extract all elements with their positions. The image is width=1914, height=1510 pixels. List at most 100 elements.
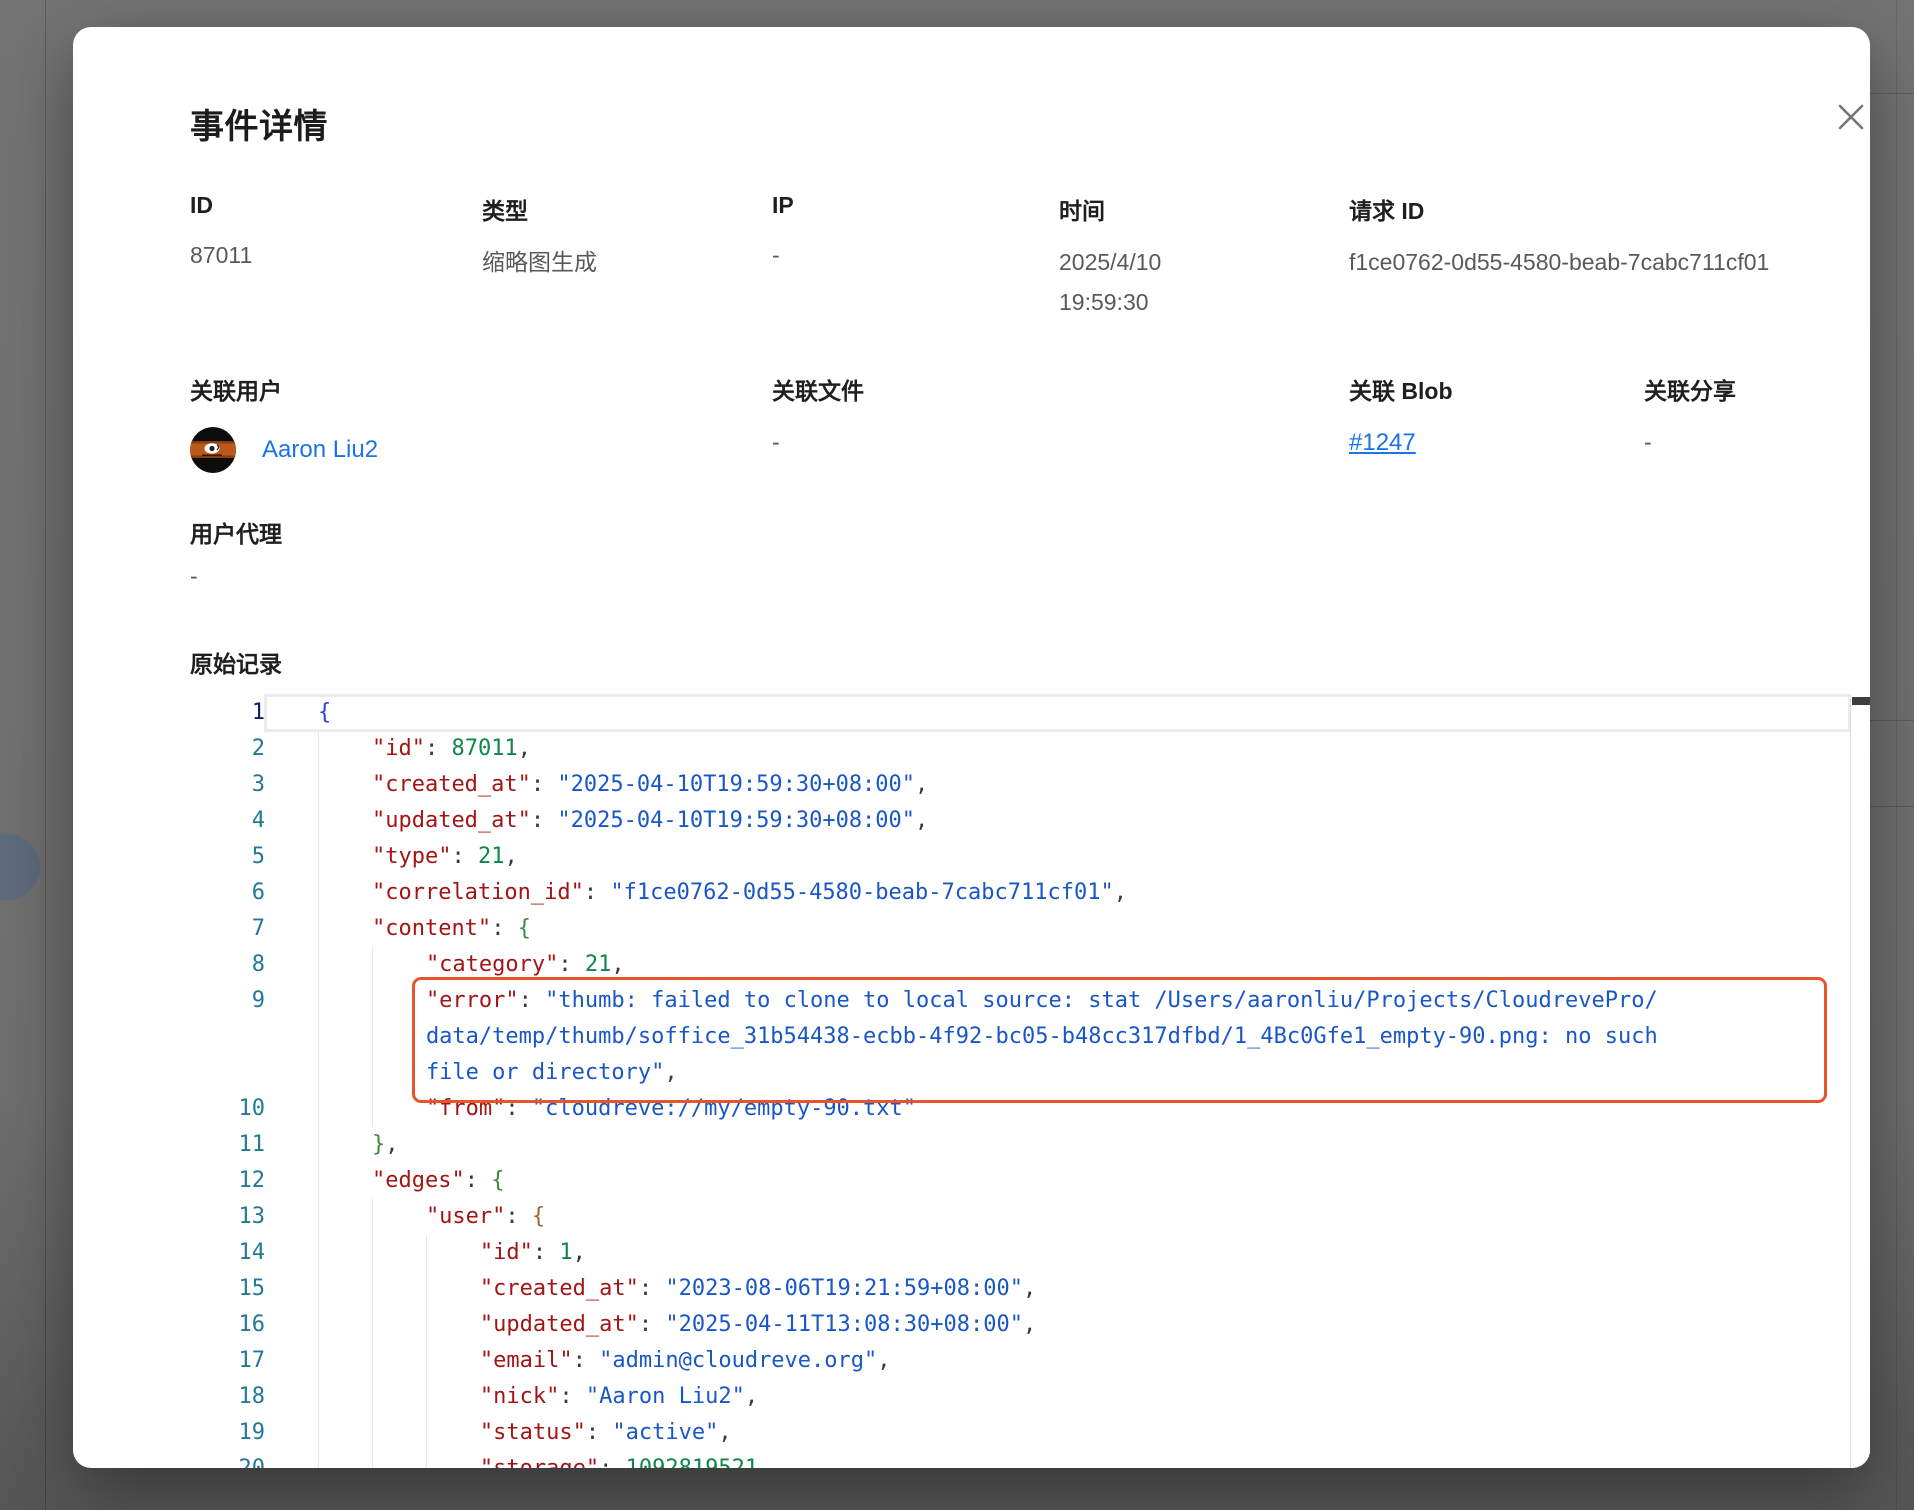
line-number: 16: [190, 1307, 265, 1343]
code-token: "edges": [372, 1168, 465, 1193]
indent-guide: [318, 1019, 372, 1055]
backdrop-card-edge: [45, 0, 46, 1510]
code-line: 20"storage": 1092819521,: [190, 1451, 1870, 1468]
code-token: 21: [478, 844, 505, 869]
backdrop-right-edge: [1896, 0, 1897, 1510]
raw-log-label: 原始记录: [190, 645, 282, 679]
field-label: 类型: [482, 192, 772, 226]
indent-guide: [372, 1451, 426, 1468]
code-token: file or directory": [426, 1060, 664, 1085]
code-line: 3"created_at": "2025-04-10T19:59:30+08:0…: [190, 767, 1870, 803]
code-line: 10"from": "cloudreve://my/empty-90.txt": [190, 1091, 1870, 1127]
user-link[interactable]: Aaron Liu2: [262, 436, 378, 464]
line-number: 4: [190, 803, 265, 839]
close-icon: [1836, 102, 1866, 132]
indent-guide: [372, 1235, 426, 1271]
field-value: 缩略图生成: [482, 242, 772, 282]
code-token: "created_at": [372, 772, 531, 797]
field-ip: IP -: [772, 192, 1059, 322]
code-token: :: [573, 1348, 600, 1373]
code-token: "active": [612, 1420, 718, 1445]
line-number: 6: [190, 875, 265, 911]
code-token: :: [491, 916, 518, 941]
screen: 事件详情 ID 87011 类型 缩略图生成 IP - 时间: [0, 0, 1914, 1510]
indent-guide: [372, 1055, 426, 1091]
code-token: ,: [915, 808, 928, 833]
indent-guide: [318, 1271, 372, 1307]
code-token: ,: [718, 1420, 731, 1445]
code-token: }: [372, 1132, 385, 1157]
code-token: :: [531, 808, 558, 833]
code-token: :: [451, 844, 478, 869]
code-token: :: [505, 1204, 532, 1229]
code-token: 21: [585, 952, 612, 977]
field-request-id: 请求 ID f1ce0762-0d55-4580-beab-7cabc711cf…: [1349, 192, 1870, 322]
line-number: 5: [190, 839, 265, 875]
field-id: ID 87011: [190, 192, 482, 322]
field-label: 关联文件: [772, 372, 1349, 406]
code-token: :: [599, 1456, 626, 1468]
indent-guide: [372, 1379, 426, 1415]
indent-guide: [426, 1343, 480, 1379]
code-token: :: [639, 1276, 666, 1301]
code-token: {: [532, 1204, 545, 1229]
backdrop-row-divider: [1870, 93, 1914, 94]
code-line: 15"created_at": "2023-08-06T19:21:59+08:…: [190, 1271, 1870, 1307]
indent-guide: [426, 1235, 480, 1271]
code-line: 6"correlation_id": "f1ce0762-0d55-4580-b…: [190, 875, 1870, 911]
code-token: {: [518, 916, 531, 941]
code-token: {: [318, 700, 331, 725]
blob-link[interactable]: #1247: [1349, 429, 1416, 456]
backdrop-row-divider: [1870, 720, 1914, 721]
code-token: "2025-04-11T13:08:30+08:00": [665, 1312, 1023, 1337]
scrollbar-thumb[interactable]: [1852, 697, 1870, 705]
indent-guide: [318, 803, 372, 839]
code-token: "Aaron Liu2": [586, 1384, 745, 1409]
code-token: ,: [504, 844, 517, 869]
fields-row-1: ID 87011 类型 缩略图生成 IP - 时间 2025/4/10 19:5…: [190, 192, 1870, 322]
code-token: ,: [877, 1348, 890, 1373]
backdrop-floating-circle: [0, 834, 40, 900]
code-token: ,: [745, 1384, 758, 1409]
line-number: 15: [190, 1271, 265, 1307]
line-number: [190, 1019, 265, 1055]
code-token: ,: [664, 1060, 677, 1085]
line-number: 13: [190, 1199, 265, 1235]
indent-guide: [318, 1343, 372, 1379]
code-token: ,: [611, 952, 624, 977]
indent-guide: [318, 767, 372, 803]
scrollbar-track[interactable]: [1850, 695, 1870, 1468]
indent-guide: [318, 1379, 372, 1415]
indent-guide: [372, 1199, 426, 1235]
code-token: :: [639, 1312, 666, 1337]
indent-guide: [372, 1343, 426, 1379]
field-related-file: 关联文件 -: [772, 372, 1349, 478]
code-token: "updated_at": [480, 1312, 639, 1337]
code-editor[interactable]: 1{2"id": 87011,3"created_at": "2025-04-1…: [190, 695, 1870, 1468]
code-token: ,: [573, 1240, 586, 1265]
line-number: [190, 1055, 265, 1091]
close-button[interactable]: [1825, 91, 1870, 143]
user-agent-label: 用户代理: [190, 515, 282, 549]
indent-guide: [318, 1091, 372, 1127]
field-related-share: 关联分享 -: [1644, 372, 1870, 478]
code-token: 1092819521: [626, 1456, 758, 1468]
field-value: -: [772, 422, 1349, 462]
code-token: 87011: [451, 736, 517, 761]
indent-guide: [318, 1163, 372, 1199]
code-token: "email": [480, 1348, 573, 1373]
code-token: "created_at": [480, 1276, 639, 1301]
code-line: data/temp/thumb/soffice_31b54438-ecbb-4f…: [190, 1019, 1870, 1055]
indent-guide: [426, 1307, 480, 1343]
field-value: -: [1644, 422, 1870, 462]
indent-guide: [318, 875, 372, 911]
code-line: 2"id": 87011,: [190, 731, 1870, 767]
line-number: 12: [190, 1163, 265, 1199]
indent-guide: [318, 1127, 372, 1163]
indent-guide: [318, 1055, 372, 1091]
code-token: :: [584, 880, 611, 905]
code-line: 4"updated_at": "2025-04-10T19:59:30+08:0…: [190, 803, 1870, 839]
indent-guide: [318, 1307, 372, 1343]
code-token: :: [533, 1240, 560, 1265]
code-token: "from": [426, 1096, 505, 1121]
